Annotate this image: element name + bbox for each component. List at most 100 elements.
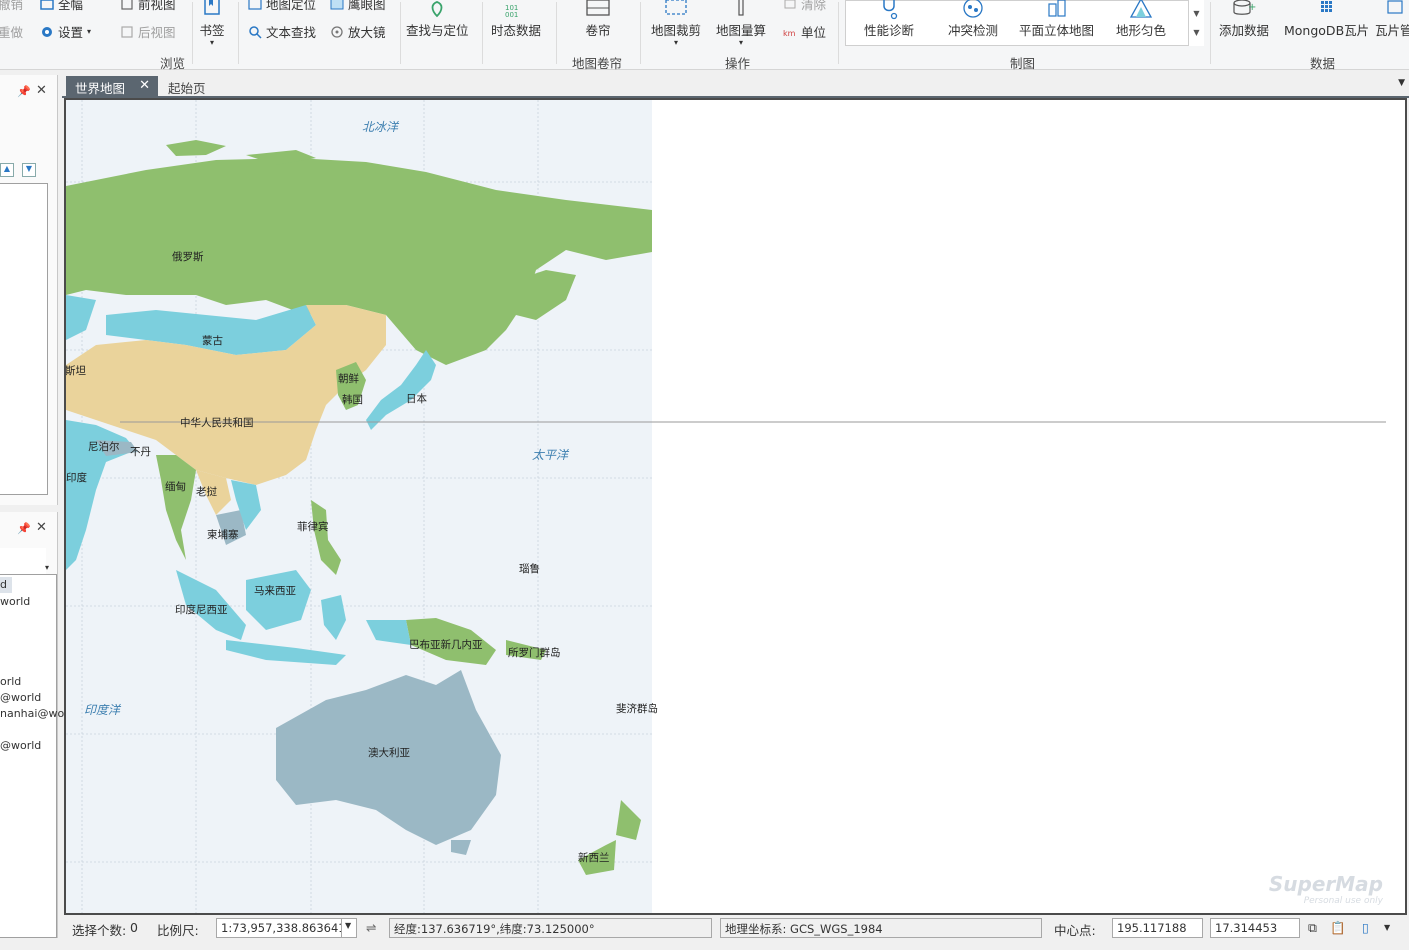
search-icon — [248, 25, 262, 39]
tab-list-dropdown-icon[interactable]: ▼ — [1398, 78, 1405, 88]
operation-group-label: 操作 — [725, 56, 751, 71]
full-extent-button[interactable]: 全幅 — [40, 0, 83, 13]
conflict-detection-button[interactable]: 冲突检测 — [948, 0, 998, 39]
country-label: 蒙古 — [202, 335, 223, 347]
expand-gallery-icon[interactable]: ▼ — [1189, 28, 1204, 37]
list-item[interactable]: nanhai@wor — [0, 706, 69, 722]
workspace-tree[interactable] — [0, 183, 48, 495]
layer-toolbar — [0, 548, 46, 574]
document-tabbar: 世界地图 ✕ 起始页 ▼ — [62, 75, 1409, 97]
country-label: 澳大利亚 — [368, 747, 410, 759]
list-item[interactable]: d — [0, 577, 12, 593]
dropdown-arrow-icon[interactable]: ▾ — [45, 563, 49, 572]
eagle-eye-button[interactable]: 鹰眼图 — [330, 0, 386, 13]
scroll-down-icon[interactable]: ▼ — [22, 163, 36, 177]
bookmark-icon[interactable]: ▯ — [1362, 920, 1369, 935]
map-measure-button[interactable]: 地图量算 ▾ — [716, 0, 766, 47]
layer-panel: 📌 ✕ ▾ d world orld @world nanhai@wor @wo… — [0, 512, 69, 938]
tab-world-map[interactable]: 世界地图 ✕ — [66, 76, 158, 97]
map-clip-button[interactable]: 地图裁剪 ▾ — [651, 0, 701, 47]
map-pin-icon — [423, 0, 451, 20]
scale-input[interactable]: 1:73,957,338.8636415 — [216, 918, 342, 938]
list-item[interactable]: orld — [0, 674, 21, 690]
pin-icon[interactable]: 📌 — [17, 85, 31, 98]
scroll-down-icon[interactable]: ▼ — [1189, 9, 1204, 18]
tab-start-page[interactable]: 起始页 — [168, 78, 206, 97]
tile-manage-button[interactable]: 瓦片管 — [1375, 0, 1409, 39]
unit-button[interactable]: km 单位 — [783, 22, 826, 41]
country-label: 尼泊尔 — [88, 441, 120, 453]
country-label: 俄罗斯 — [172, 251, 204, 263]
stethoscope-icon — [875, 0, 903, 20]
next-view-button[interactable]: 后视图 — [120, 22, 176, 41]
country-label: 印度 — [66, 472, 87, 484]
country-label: 斯坦 — [65, 365, 86, 377]
add-database-icon: + — [1230, 0, 1258, 20]
copy-icon[interactable]: ⧉ — [1308, 920, 1317, 936]
scale-dropdown-icon[interactable]: ▼ — [341, 918, 357, 938]
swap-icon[interactable]: ⇌ — [366, 920, 376, 935]
text-search-button[interactable]: 文本查找 — [248, 22, 316, 41]
country-label: 印度尼西亚 — [175, 604, 228, 616]
temporal-data-button[interactable]: 101 001 时态数据 — [491, 0, 541, 39]
clear-button[interactable]: 清除 — [783, 0, 826, 13]
map-locate-button[interactable]: 地图定位 — [248, 0, 316, 13]
locate-icon — [248, 0, 262, 11]
terrain-coloring-button[interactable]: 地形匀色 — [1116, 0, 1166, 39]
close-icon[interactable]: ✕ — [36, 520, 47, 535]
selected-count-value: 0 — [130, 920, 138, 935]
status-bar: 选择个数: 0 比例尺: 1:73,957,338.8636415 ▼ ⇌ 经度… — [62, 916, 1409, 940]
scroll-up-icon[interactable]: ▲ — [0, 163, 14, 177]
magnifier-icon — [330, 25, 344, 39]
data-group-label: 数据 — [1310, 56, 1336, 71]
mongodb-tile-button[interactable]: MongoDB瓦片 — [1284, 0, 1369, 39]
country-label: 斐济群岛 — [616, 703, 658, 715]
map-canvas[interactable] — [66, 100, 1405, 913]
gallery-scroll[interactable]: ▼ ▼ — [1188, 0, 1204, 46]
find-locate-button[interactable]: 查找与定位 — [406, 0, 469, 39]
bookmark-button[interactable]: 书签 ▾ — [198, 0, 226, 47]
flat-3d-map-button[interactable]: 平面立体地图 — [1019, 0, 1094, 39]
gear-icon — [40, 25, 54, 39]
svg-text:+: + — [1248, 2, 1256, 13]
terrain-icon — [1127, 0, 1155, 20]
dropdown-arrow-icon[interactable]: ▼ — [1384, 923, 1390, 932]
center-y-input[interactable]: 17.314453 — [1210, 918, 1300, 938]
ocean-label: 北冰洋 — [362, 120, 399, 134]
layer-list[interactable]: d world orld @world nanhai@wor @world — [0, 574, 69, 938]
redo-button[interactable]: 重做 — [0, 22, 23, 41]
coordinate-system: 地理坐标系: GCS_WGS_1984 — [720, 918, 1042, 938]
ocean-label: 印度洋 — [84, 703, 121, 717]
scale-label: 比例尺: — [157, 923, 199, 938]
swipe-button[interactable]: 卷帘 — [584, 0, 612, 39]
performance-diagnosis-button[interactable]: 性能诊断 — [864, 0, 914, 39]
cartography-group-label: 制图 — [1010, 56, 1036, 71]
list-item[interactable]: @world — [0, 690, 41, 706]
pin-icon[interactable]: 📌 — [17, 522, 31, 535]
country-label: 不丹 — [130, 446, 151, 458]
undo-button[interactable]: 撤销 — [0, 0, 23, 13]
full-extent-icon — [40, 0, 54, 11]
paste-icon[interactable]: 📋 — [1330, 920, 1346, 936]
country-label: 朝鲜 — [338, 373, 359, 385]
map-window[interactable]: 北冰洋 太平洋 印度洋 俄罗斯 蒙古 斯坦 朝鲜 韩国 日本 中华人民共和国 尼… — [64, 98, 1407, 915]
browse-group-label: 浏览 — [160, 56, 186, 71]
list-item[interactable]: @world — [0, 738, 41, 754]
dropdown-arrow-icon: ▾ — [87, 27, 92, 36]
workspace-panel: 📌 ✕ ▲ ▼ — [0, 75, 58, 505]
center-x-input[interactable]: 195.117188 — [1112, 918, 1203, 938]
cartography-gallery: 性能诊断 冲突检测 平面立体地图 地形匀色 — [845, 0, 1204, 46]
list-item[interactable]: world — [0, 594, 30, 610]
close-icon[interactable]: ✕ — [139, 78, 150, 93]
country-label: 巴布亚新几内亚 — [409, 639, 483, 651]
temporal-icon: 101 001 — [502, 0, 530, 20]
unit-icon: km — [783, 25, 797, 39]
settings-button[interactable]: 设置 ▾ — [40, 22, 91, 41]
prev-view-button[interactable]: 前视图 — [120, 0, 176, 13]
magnifier-button[interactable]: 放大镜 — [330, 22, 386, 41]
ribbon: 撤销 重做 全幅 设置 ▾ 前视图 后视图 书签 ▾ 地图定位 文本查找 鹰眼图… — [0, 0, 1409, 71]
add-data-button[interactable]: + 添加数据 — [1219, 0, 1269, 39]
clear-icon — [783, 0, 797, 11]
center-label: 中心点: — [1054, 923, 1096, 938]
close-icon[interactable]: ✕ — [36, 83, 47, 98]
